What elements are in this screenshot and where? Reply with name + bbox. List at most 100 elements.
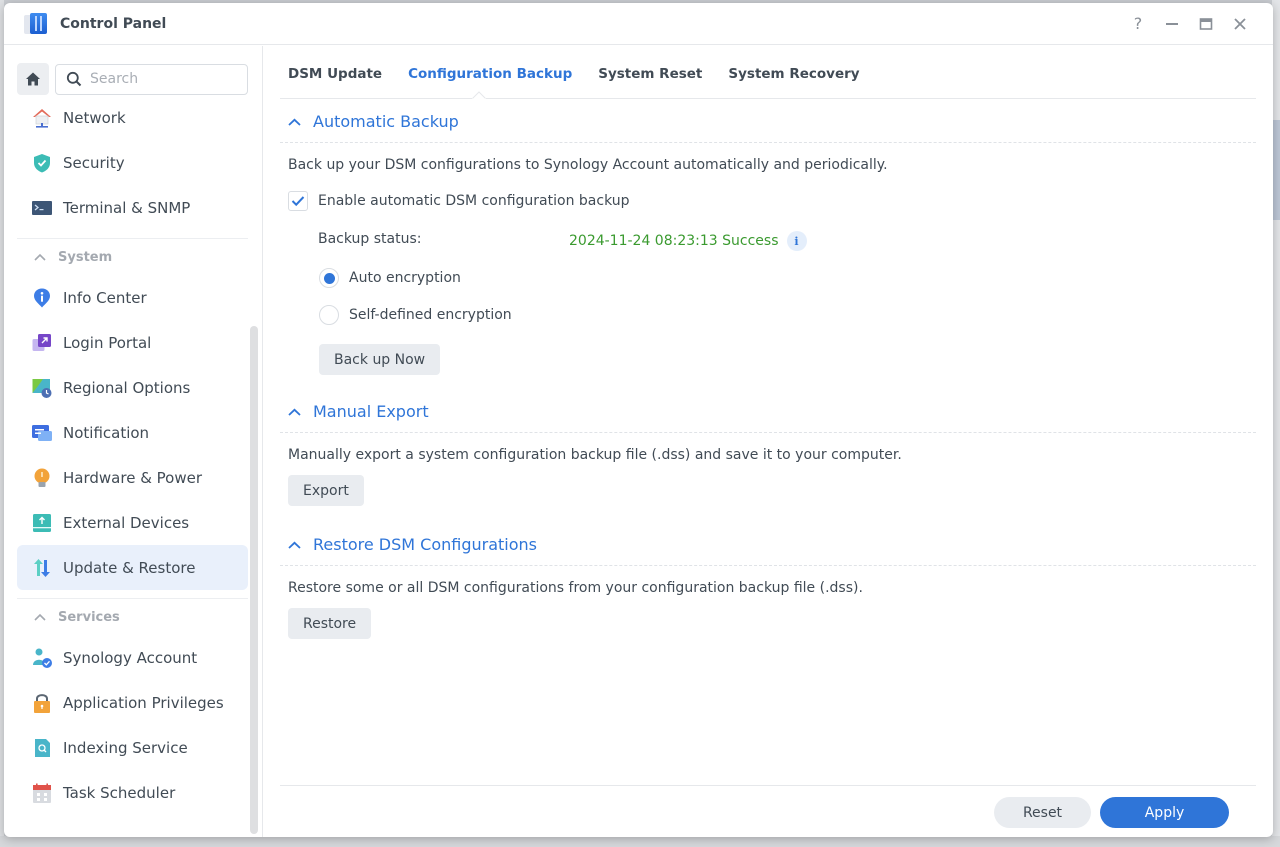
sidebar-item-label: Hardware & Power [63,468,203,487]
sidebar-group-label: System [58,249,113,265]
sidebar-item-info-center[interactable]: Info Center [17,275,248,320]
control-panel-app-icon [24,12,48,36]
apply-button[interactable]: Apply [1100,797,1229,828]
sidebar-item-label: Task Scheduler [63,783,176,802]
sidebar-item-network[interactable]: Network [17,96,248,140]
manual-export-description: Manually export a system configuration b… [288,447,902,463]
login-portal-icon [31,332,53,354]
back-up-now-button[interactable]: Back up Now [319,344,441,375]
sidebar-item-label: Network [63,108,126,127]
info-icon[interactable]: i [786,231,807,251]
auto-encryption-label: Auto encryption [349,270,461,286]
sidebar-item-label: Terminal & SNMP [63,198,191,217]
search-icon [66,71,82,87]
restore-button[interactable]: Restore [288,608,372,639]
section-title: Automatic Backup [313,112,459,131]
restore-description: Restore some or all DSM configurations f… [288,580,863,596]
tab-bar: DSM Update Configuration Backup System R… [280,46,1256,99]
title-bar[interactable]: Control Panel ? [4,3,1273,45]
sidebar-item-label: Info Center [63,288,147,307]
sidebar-item-label: External Devices [63,513,190,532]
sidebar-item-regional-options[interactable]: Regional Options [17,365,248,410]
section-title: Restore DSM Configurations [313,535,538,554]
reset-button[interactable]: Reset [994,797,1091,828]
minimize-icon [1166,22,1178,25]
tab-system-reset[interactable]: System Reset [598,62,702,82]
regional-options-icon [31,377,53,399]
sidebar-group-system[interactable]: System [4,239,262,275]
backup-status-label: Backup status: [318,231,422,247]
sidebar-group-services[interactable]: Services [4,599,262,635]
chevron-up-icon [34,613,46,621]
sidebar-item-security[interactable]: Security [17,140,248,185]
sidebar-item-notification[interactable]: Notification [17,410,248,455]
minimize-button[interactable] [1155,9,1189,39]
close-button[interactable] [1223,9,1257,39]
sidebar-item-application-privileges[interactable]: Application Privileges [17,680,248,725]
sidebar-item-login-portal[interactable]: Login Portal [17,320,248,365]
update-restore-icon [31,557,53,579]
sidebar-item-label: Indexing Service [63,738,188,757]
auto-backup-description: Back up your DSM configurations to Synol… [288,157,888,173]
self-defined-encryption-label: Self-defined encryption [349,307,512,323]
sidebar: Network Security Terminal & SNMP [4,46,263,837]
enable-auto-backup-label: Enable automatic DSM configuration backu… [318,193,630,209]
main-panel: DSM Update Configuration Backup System R… [263,46,1273,837]
sidebar-item-label: Synology Account [63,648,198,667]
section-title: Manual Export [313,402,429,421]
external-devices-icon [31,512,53,534]
search-box[interactable] [55,63,248,95]
tab-system-recovery[interactable]: System Recovery [728,62,859,82]
sidebar-group-label: Services [58,609,120,625]
sidebar-nav: Network Security Terminal & SNMP System … [4,96,262,837]
tab-dsm-update[interactable]: DSM Update [288,62,382,82]
export-button[interactable]: Export [288,475,364,506]
active-tab-indicator [472,91,486,99]
auto-encryption-radio[interactable] [319,268,339,288]
maximize-button[interactable] [1189,9,1223,39]
self-defined-encryption-radio[interactable] [319,305,339,325]
hardware-power-icon [31,467,53,489]
notification-icon [31,422,53,444]
sidebar-scrollbar[interactable] [250,326,258,834]
synology-account-icon [31,647,53,669]
sidebar-item-label: Regional Options [63,378,191,397]
sidebar-item-label: Notification [63,423,150,442]
window-title: Control Panel [60,15,167,32]
sidebar-item-indexing-service[interactable]: Indexing Service [17,725,248,770]
sidebar-item-label: Login Portal [63,333,152,352]
task-scheduler-icon [31,782,53,804]
control-panel-window: Control Panel ? Search Network Security … [4,3,1273,837]
sidebar-item-synology-account[interactable]: Synology Account [17,635,248,680]
application-privileges-icon [31,692,53,714]
question-icon: ? [1133,14,1143,33]
chevron-up-icon [288,408,301,416]
security-shield-icon [31,152,53,174]
indexing-service-icon [31,737,53,759]
section-header-automatic-backup[interactable]: Automatic Backup [280,101,1256,143]
sidebar-item-terminal-snmp[interactable]: Terminal & SNMP [17,185,248,230]
footer-bar: Reset Apply [280,785,1256,837]
enable-auto-backup-checkbox[interactable] [288,191,308,211]
sidebar-item-external-devices[interactable]: External Devices [17,500,248,545]
chevron-up-icon [34,253,46,261]
home-button[interactable] [17,63,49,95]
maximize-icon [1199,17,1213,30]
search-input[interactable] [90,71,240,87]
tab-configuration-backup[interactable]: Configuration Backup [408,62,572,82]
help-button[interactable]: ? [1121,9,1155,39]
window-controls: ? [1121,9,1257,39]
section-header-manual-export[interactable]: Manual Export [280,391,1256,433]
sidebar-item-update-restore[interactable]: Update & Restore [17,545,248,590]
home-icon [26,72,40,86]
info-center-icon [31,287,53,309]
sidebar-item-task-scheduler[interactable]: Task Scheduler [17,770,248,815]
section-header-restore-configurations[interactable]: Restore DSM Configurations [280,524,1256,566]
network-icon [31,107,53,129]
desktop-background-bottom [0,836,1280,847]
close-icon [1234,17,1246,30]
chevron-up-icon [288,118,301,126]
sidebar-item-hardware-power[interactable]: Hardware & Power [17,455,248,500]
backup-status-value: 2024-11-24 08:23:13 Success [569,233,779,249]
checkmark-icon [291,196,305,207]
